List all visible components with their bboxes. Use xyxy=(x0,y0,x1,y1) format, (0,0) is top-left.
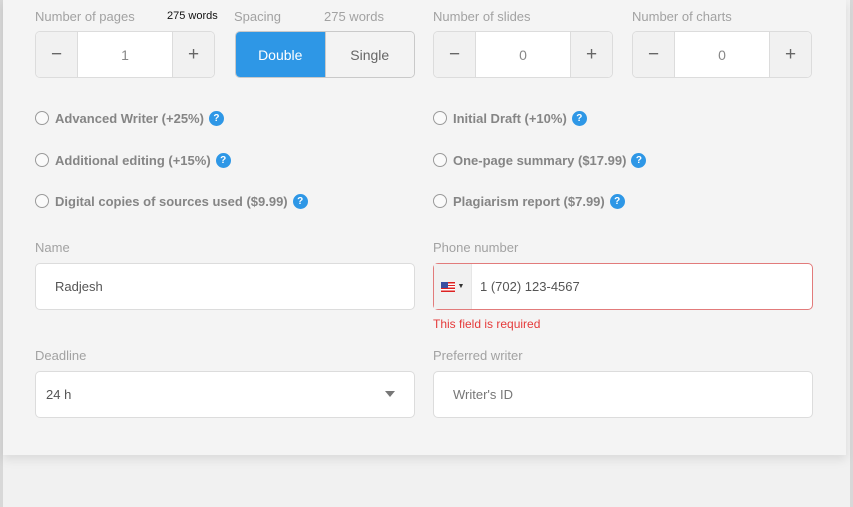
deadline-select[interactable]: 24 h xyxy=(35,371,415,418)
chevron-down-icon xyxy=(385,391,395,397)
charts-increment-button[interactable]: + xyxy=(769,32,811,77)
addon-label: Initial Draft (+10%) xyxy=(453,110,567,126)
addon-advanced-writer[interactable]: Advanced Writer (+25%) ? xyxy=(35,109,224,127)
name-value: Radjesh xyxy=(55,279,103,294)
spacing-double-option[interactable]: Double xyxy=(236,32,325,77)
slides-increment-button[interactable]: + xyxy=(570,32,612,77)
addon-digital-copies[interactable]: Digital copies of sources used ($9.99) ? xyxy=(35,192,308,210)
pages-decrement-button[interactable]: − xyxy=(36,32,78,77)
name-field[interactable]: Radjesh xyxy=(35,263,415,310)
spacing-words-count: 275 words xyxy=(324,9,384,24)
spacing-label: Spacing xyxy=(234,9,281,24)
addon-label: Additional editing (+15%) xyxy=(55,152,211,168)
addon-label: One-page summary ($17.99) xyxy=(453,152,627,168)
radio-button[interactable] xyxy=(35,111,49,125)
deadline-value: 24 h xyxy=(46,387,72,402)
spacing-single-option[interactable]: Single xyxy=(324,32,414,77)
slides-value[interactable]: 0 xyxy=(476,32,570,77)
writer-placeholder: Writer's ID xyxy=(453,387,514,402)
help-icon[interactable]: ? xyxy=(292,193,308,209)
pages-words-count: 275 words xyxy=(167,10,218,22)
phone-error-message: This field is required xyxy=(433,317,541,331)
help-icon[interactable]: ? xyxy=(609,193,625,209)
help-icon[interactable]: ? xyxy=(571,110,587,126)
pages-label: Number of pages xyxy=(35,9,135,24)
phone-field[interactable]: ▼ 1 (702) 123-4567 xyxy=(433,263,813,310)
addon-label: Plagiarism report ($7.99) xyxy=(453,193,605,209)
charts-value[interactable]: 0 xyxy=(675,32,769,77)
addon-plagiarism-report[interactable]: Plagiarism report ($7.99) ? xyxy=(433,192,625,210)
name-label: Name xyxy=(35,240,70,255)
charts-label: Number of charts xyxy=(632,9,732,24)
help-icon[interactable]: ? xyxy=(631,152,647,168)
phone-value: 1 (702) 123-4567 xyxy=(480,279,580,294)
phone-label: Phone number xyxy=(433,240,519,255)
addon-label: Digital copies of sources used ($9.99) xyxy=(55,193,288,209)
radio-button[interactable] xyxy=(433,111,447,125)
pages-value[interactable]: 1 xyxy=(78,32,172,77)
addon-label: Advanced Writer (+25%) xyxy=(55,110,204,126)
addon-one-page-summary[interactable]: One-page summary ($17.99) ? xyxy=(433,151,647,169)
caret-down-icon: ▼ xyxy=(457,283,465,290)
charts-stepper: − 0 + xyxy=(632,31,812,78)
country-selector[interactable]: ▼ xyxy=(434,264,472,309)
charts-decrement-button[interactable]: − xyxy=(633,32,675,77)
radio-button[interactable] xyxy=(433,194,447,208)
deadline-label: Deadline xyxy=(35,348,87,363)
slides-label: Number of slides xyxy=(433,9,531,24)
slides-stepper: − 0 + xyxy=(433,31,613,78)
order-form-card: Number of pages 275 words − 1 + Spacing … xyxy=(3,0,846,455)
radio-button[interactable] xyxy=(35,153,49,167)
help-icon[interactable]: ? xyxy=(215,152,231,168)
writer-id-field[interactable]: Writer's ID xyxy=(433,371,813,418)
pages-stepper: − 1 + xyxy=(35,31,215,78)
radio-button[interactable] xyxy=(433,153,447,167)
spacing-toggle: Double Single xyxy=(235,31,415,78)
writer-label: Preferred writer xyxy=(433,348,523,363)
us-flag-icon xyxy=(440,281,455,292)
addon-initial-draft[interactable]: Initial Draft (+10%) ? xyxy=(433,109,587,127)
help-icon[interactable]: ? xyxy=(208,110,224,126)
addon-additional-editing[interactable]: Additional editing (+15%) ? xyxy=(35,151,231,169)
radio-button[interactable] xyxy=(35,194,49,208)
pages-increment-button[interactable]: + xyxy=(172,32,214,77)
slides-decrement-button[interactable]: − xyxy=(434,32,476,77)
